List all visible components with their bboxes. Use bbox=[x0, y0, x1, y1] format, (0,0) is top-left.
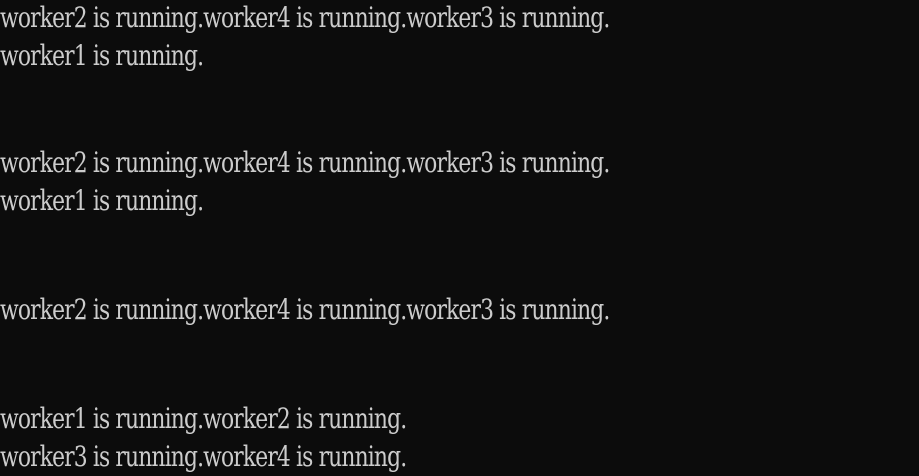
console-line: worker2 is running.worker4 is running.wo… bbox=[0, 146, 610, 179]
console-line: worker1 is running.worker2 is running. bbox=[0, 402, 407, 435]
console-line: worker1 is running. bbox=[0, 184, 204, 217]
console-line: worker2 is running.worker4 is running.wo… bbox=[0, 1, 610, 34]
console-line: worker3 is running.worker4 is running. bbox=[0, 440, 407, 473]
console-line: worker1 is running. bbox=[0, 39, 204, 72]
console-line: worker2 is running.worker4 is running.wo… bbox=[0, 293, 610, 326]
console-output: worker2 is running.worker4 is running.wo… bbox=[0, 0, 919, 476]
